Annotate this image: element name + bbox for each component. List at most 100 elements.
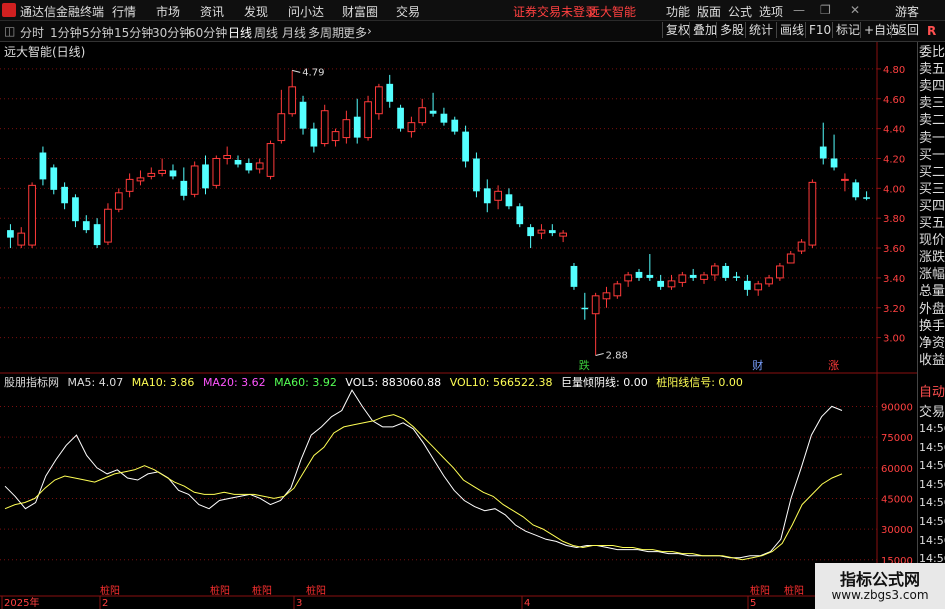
period-weekly[interactable]: 周线 [254,24,278,41]
ma5-label: MA5: 4.07 [67,376,124,389]
period-1min[interactable]: 1分钟 [50,24,82,41]
candle-body [700,274,708,280]
app-title: 通达信金融终端 [20,5,105,19]
x-tick-label: 4 [524,598,530,609]
price-tick-label: 4.00 [883,184,905,195]
price-tick-label: 4.20 [883,154,905,165]
menu-item-functions[interactable]: 功能 [666,3,690,20]
candle-body [17,232,26,246]
chevron-right-icon[interactable]: › [367,24,372,38]
menu-item-layout[interactable]: 版面 [697,3,721,20]
candle-body [635,271,643,278]
candle-body [516,206,524,225]
quote-field-11: 现价 [919,233,945,249]
period-multi[interactable]: 多周期 [308,24,344,41]
candle-body [255,162,264,170]
bottom-marker: 桩阳 [306,584,326,597]
tool-draw[interactable]: 画线 [776,22,807,38]
chart-area[interactable]: 3.00 3.20 3.40 3.60 3.80 4.00 4.20 4.40 4.60 4.80… [0,42,917,609]
candle-body [386,83,394,102]
indicator-info-bar: 股朋指标网 MA5: 4.07 MA10: 3.86 MA20: 3.62 MA… [4,374,748,390]
close-icon[interactable]: ✕ [850,3,860,17]
candle-body [570,265,578,287]
tool-back[interactable]: 返回 [891,22,922,38]
candle-body [169,170,177,177]
period-30min[interactable]: 30分钟 [152,24,191,41]
menu-item-options[interactable]: 选项 [759,3,783,20]
volume-tick-label: 75000 [881,433,913,444]
low-annotation: 2.88 [606,351,628,362]
menu-item-wealth[interactable]: 财富圈 [342,3,378,20]
candle-body [310,128,318,147]
candle-body [72,197,79,222]
time-label: 14:56 [919,422,945,435]
time-label: 14:56 [919,459,945,473]
price-tick-label: 4.40 [883,125,905,136]
candle-body [397,107,404,129]
bottom-marker: 桩阳 [252,584,272,597]
period-15min[interactable]: 15分钟 [114,24,153,41]
auto-button[interactable]: 自动 [919,384,945,402]
time-label: 14:56 [919,515,945,528]
period-intraday[interactable]: 分时 [20,24,44,41]
menu-item-trade[interactable]: 交易 [396,3,420,20]
period-60min[interactable]: 60分钟 [188,24,227,41]
indicator-name[interactable]: 股朋指标网 [4,376,59,389]
candle-body [375,86,383,115]
ma10-label: MA10: 3.86 [131,376,195,389]
candle-body [418,107,427,124]
quote-field-5: 卖一 [919,130,945,146]
minimize-icon[interactable]: — [793,3,805,17]
candle-body [114,192,123,210]
tool-mark[interactable]: 标记 [832,22,863,38]
quote-field-4: 卖二 [919,113,945,129]
guest-label[interactable]: 游客 [895,3,919,20]
candle-body [657,280,665,287]
quote-field-14: 总量 [919,284,945,300]
candle-body [776,265,784,279]
vol5-label: VOL5: 883060.88 [345,376,442,389]
candle-body [180,180,188,196]
period-more[interactable]: 更多 [343,24,367,41]
candle-body [744,280,751,290]
menu-item-formula[interactable]: 公式 [728,3,752,20]
candle-body [277,113,286,142]
bottom-marker: 桩阳 [750,584,770,597]
candle-body [462,131,469,162]
time-label: 14:56 [919,552,945,566]
candle-body [93,224,101,246]
candle-body [483,188,491,204]
panel-toggle-icon[interactable]: ◫ [4,24,15,38]
tool-stats[interactable]: 统计 [745,22,776,38]
restore-icon[interactable]: ❐ [820,3,831,17]
tool-f10[interactable]: F10 [805,22,834,38]
period-monthly[interactable]: 月线 [282,24,306,41]
quote-field-2: 卖四 [919,79,945,95]
menu-item-ask[interactable]: 问小达 [288,3,324,20]
candle-body [537,229,546,234]
candle-body [158,169,167,174]
time-label: 14:56 [919,533,945,547]
period-daily[interactable]: 日线 [228,24,252,41]
quote-field-18: 收益 [919,352,945,368]
menu-item-quotes[interactable]: 行情 [112,3,136,20]
menu-item-discover[interactable]: 发现 [244,3,268,20]
tool-multi-stock[interactable]: 多股 [716,22,747,38]
ma60-label: MA60: 3.92 [274,376,337,389]
menu-item-news[interactable]: 资讯 [200,3,224,20]
menu-item-market[interactable]: 市场 [156,3,180,20]
signal1-label: 巨量倾阴线: 0.00 [561,376,648,389]
price-tick-label: 4.60 [883,95,905,106]
right-panel-letter[interactable]: R [927,24,936,38]
candle-body [863,197,870,199]
watermark-url: www.zbgs3.com [831,588,929,602]
series-line-vol10 [4,414,843,561]
candle-body [797,241,806,252]
candle-body [505,194,513,207]
period-5min[interactable]: 5分钟 [82,24,114,41]
volume-tick-label: 30000 [881,525,913,536]
login-warning[interactable]: 证券交易未登录 [513,3,597,20]
x-tick-label: 5 [750,598,756,609]
event-marker: 跌 [579,358,590,372]
candle-body [602,292,611,300]
